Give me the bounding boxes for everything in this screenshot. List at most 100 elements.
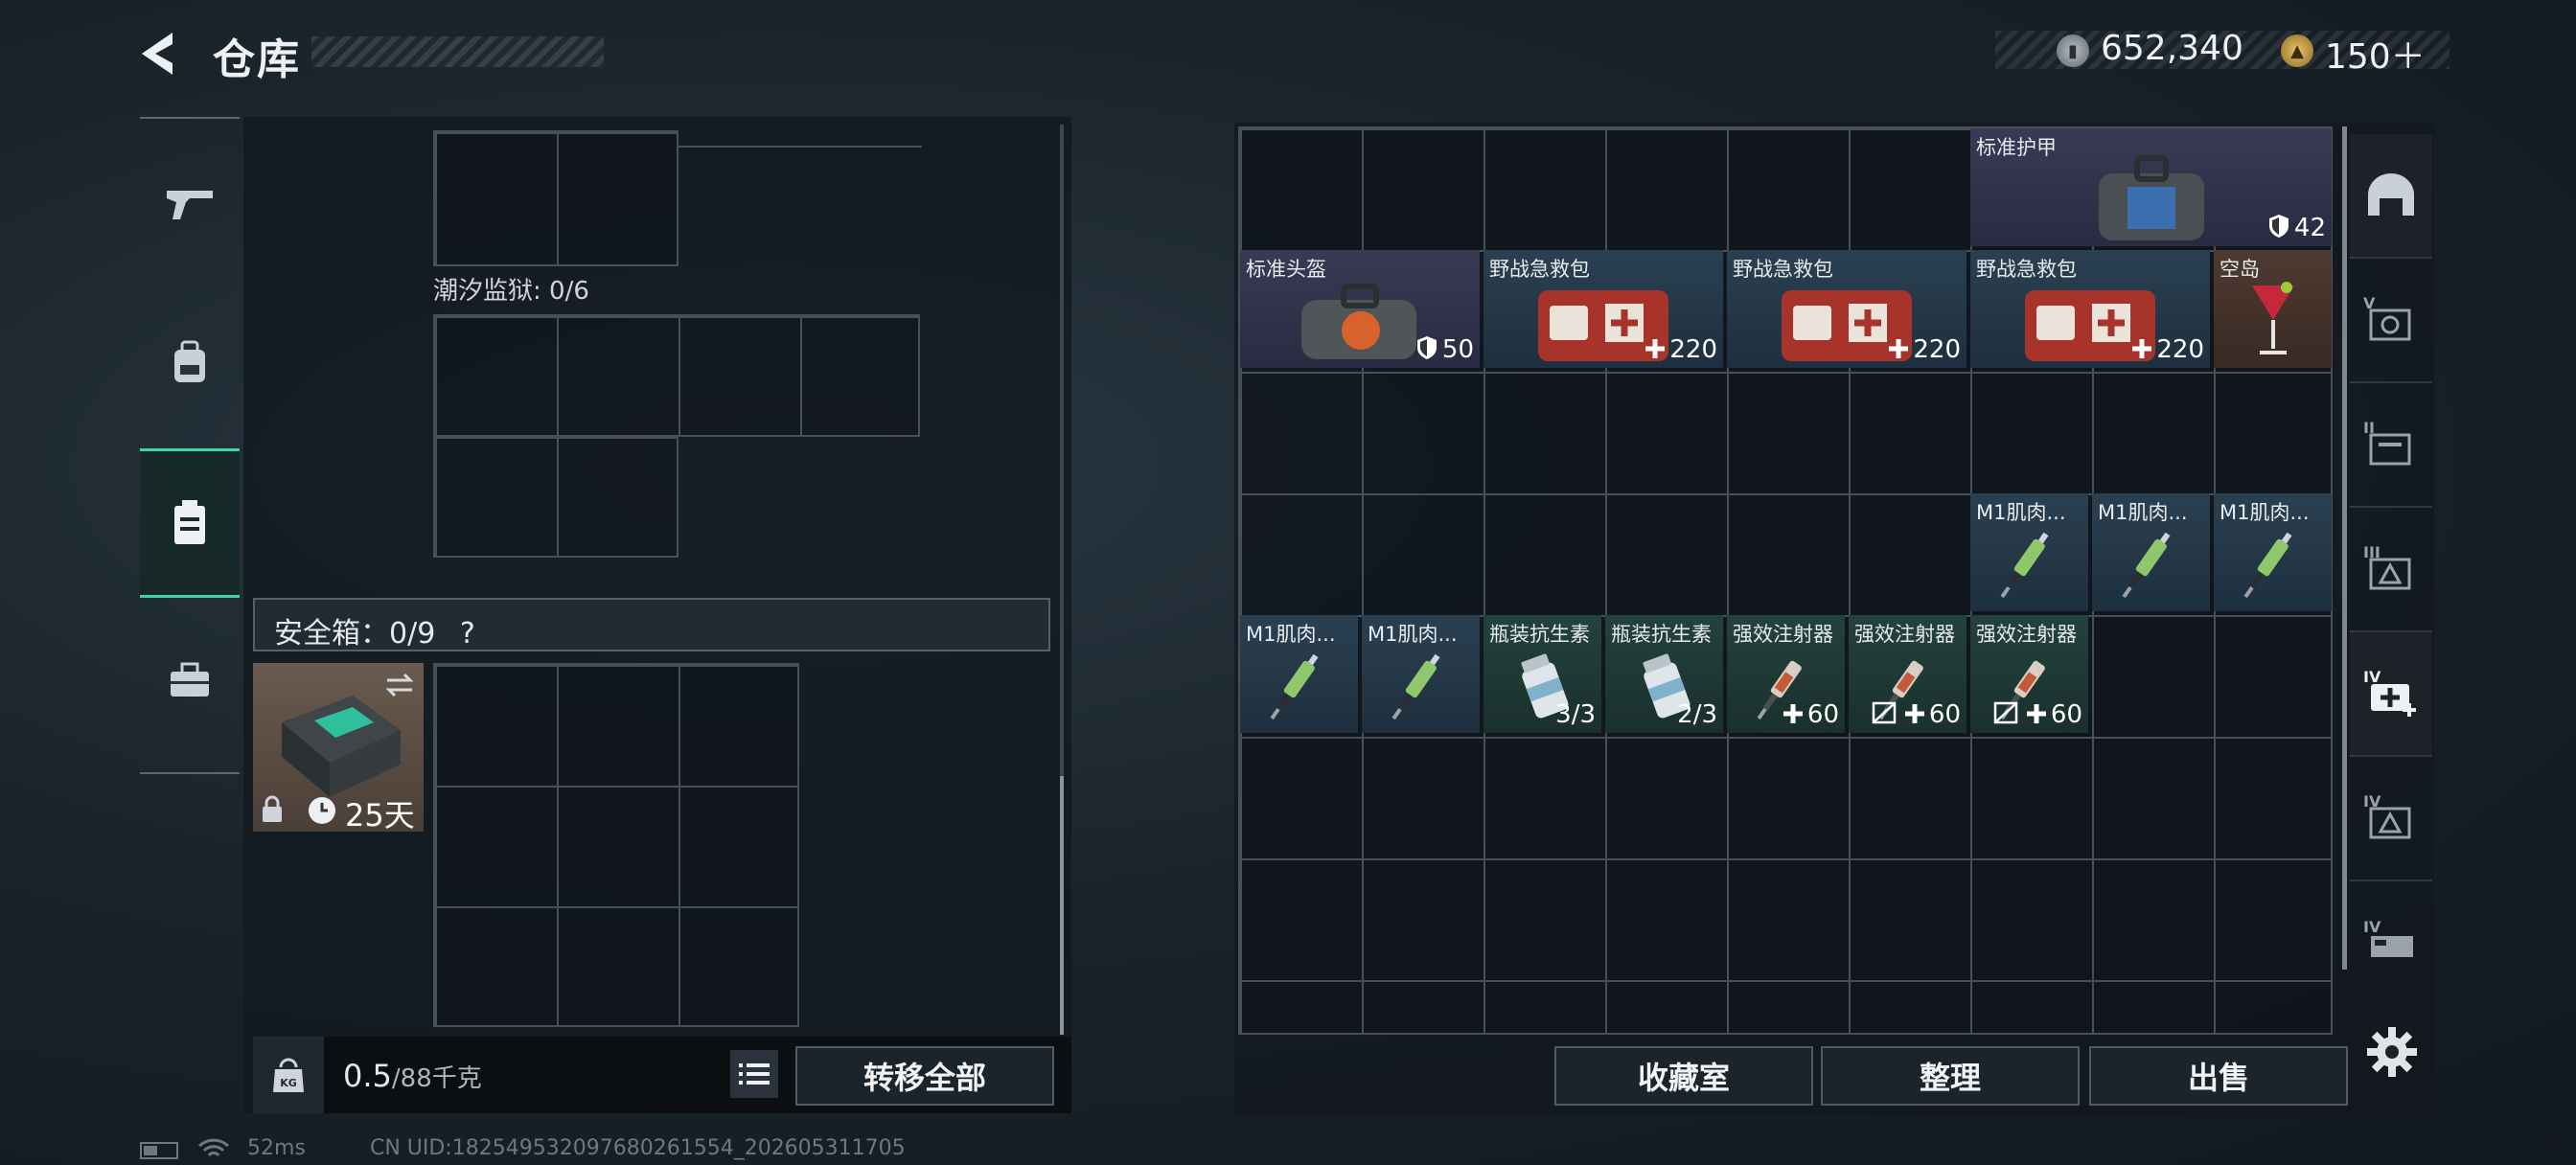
shield-icon (1416, 336, 1437, 359)
clock-icon (309, 797, 335, 824)
stash-item-name: 强效注射器 (1733, 623, 1833, 646)
plus-icon (1782, 704, 1803, 723)
stash-item-stat-value: 60 (1928, 700, 1961, 729)
stash-item-stat: 60 (1872, 700, 1961, 729)
stash-tab-main[interactable] (2350, 134, 2432, 259)
stash-item[interactable]: 野战急救包 220 (1484, 250, 1723, 368)
weight-capacity: /88千克 (391, 1064, 482, 1093)
stash-tab-v[interactable]: V (2350, 259, 2432, 383)
stash-item-stat-value: 42 (2293, 214, 2326, 242)
stash-item-name: 瓶装抗生素 (1611, 623, 1712, 646)
stash-tab-iv-c[interactable]: IV (2350, 881, 2432, 1006)
stash-item-name: M1肌肉... (1246, 623, 1336, 646)
stash-tab-iv-b-icon: IV (2363, 792, 2411, 839)
tide-prison-slot-grid-top[interactable] (433, 314, 920, 437)
list-view-button[interactable] (730, 1050, 778, 1098)
gold-amount[interactable]: 150＋ (2325, 29, 2426, 79)
plus-icon (1904, 704, 1924, 723)
stash-item-name: 空岛 (2220, 258, 2260, 281)
back-button[interactable] (134, 27, 188, 80)
syringe-green-icon (2214, 513, 2332, 611)
safebox-slot-grid[interactable] (433, 663, 799, 1027)
stash-item-stat: 220 (1888, 335, 1961, 364)
help-icon[interactable]: ? (460, 617, 475, 651)
tide-prison-slot-grid-bottom[interactable] (433, 435, 678, 558)
svg-text:IV: IV (2363, 918, 2381, 936)
backpack-icon (174, 340, 205, 382)
stash-tab-ii-icon: II (2363, 419, 2411, 466)
stash-item-name: 强效注射器 (1976, 623, 2077, 646)
transfer-all-button[interactable]: 转移全部 (795, 1046, 1054, 1106)
container-slot-grid[interactable] (433, 130, 678, 266)
stash-item-stat-value: 220 (2156, 335, 2204, 364)
stash-item[interactable]: 瓶装抗生素 2/3 (1605, 615, 1723, 733)
silver-coin-icon: ▮ (2057, 34, 2089, 67)
toolbox-icon (171, 662, 209, 697)
stash-tab-iv-medical-icon: IV (2363, 668, 2416, 717)
stash-tab-iii-icon: III (2363, 543, 2411, 590)
stash-item[interactable]: 野战急救包 220 (1727, 250, 1966, 368)
stash-item[interactable]: 标准头盔 50 (1240, 250, 1480, 368)
stash-item[interactable]: 强效注射器 60 (1970, 615, 2088, 733)
tide-prison-label: 潮汐监狱: 0/6 (433, 277, 589, 306)
stash-item[interactable]: M1肌肉... (2092, 493, 2210, 611)
stash-item-stat-value: 220 (1669, 335, 1717, 364)
stash-item-stat-value: 60 (2050, 700, 2082, 729)
stash-item-stat: 2/3 (1677, 700, 1717, 729)
stash-item-stat: 220 (1644, 335, 1717, 364)
swap-icon[interactable] (383, 673, 416, 697)
stash-tab-iv-b[interactable]: IV (2350, 757, 2432, 881)
stash-item[interactable]: 强效注射器 60 (1727, 615, 1845, 733)
stash-item-stat-value: 60 (1806, 700, 1839, 729)
stash-item-name: 野战急救包 (1489, 258, 1590, 281)
stash-tab-ii[interactable]: II (2350, 383, 2432, 508)
stash-item[interactable]: 野战急救包 220 (1970, 250, 2210, 368)
plus-icon (2026, 704, 2046, 723)
container-slot-edge (677, 130, 922, 148)
container-icon (174, 500, 205, 544)
nav-weapons[interactable] (140, 130, 240, 274)
stash-item[interactable]: 标准护甲 42 (1970, 128, 2332, 246)
back-arrow-icon (142, 33, 172, 75)
stash-item-stat: 50 (1415, 335, 1474, 364)
stash-item-name: M1肌肉... (2220, 501, 2310, 524)
sort-button[interactable]: 整理 (1821, 1046, 2080, 1106)
stash-item[interactable]: M1肌肉... (1970, 493, 2088, 611)
nav-containers[interactable] (140, 448, 240, 598)
stash-tab-iv-medical[interactable]: IV (2350, 632, 2432, 757)
uid-text: CN UID:182549532097680261554_20260531170… (370, 1136, 906, 1160)
stash-item-name: 瓶装抗生素 (1489, 623, 1590, 646)
nav-toolbox[interactable] (140, 609, 240, 753)
title-stripe-decoration (311, 36, 604, 67)
stash-item[interactable]: 强效注射器 60 (1849, 615, 1966, 733)
safebox-days-remaining: 25天 (345, 797, 415, 834)
stash-tab-iii[interactable]: III (2350, 508, 2432, 632)
plus-icon (1889, 339, 1909, 358)
stash-item-name: 野战急救包 (1976, 258, 2077, 281)
stash-item[interactable]: M1肌肉... (2214, 493, 2332, 611)
stash-item-stat: 3/3 (1555, 700, 1596, 729)
stash-item-name: 野战急救包 (1733, 258, 1833, 281)
helmet-tab-icon (2368, 173, 2414, 216)
gear-icon (2367, 1027, 2417, 1077)
stash-item-name: M1肌肉... (2098, 501, 2188, 524)
sell-button[interactable]: 出售 (2089, 1046, 2348, 1106)
stash-item[interactable]: 空岛 (2214, 250, 2332, 368)
shield-icon (2268, 215, 2288, 238)
stash-scrollbar[interactable] (2342, 126, 2347, 970)
weight-icon-box: KG (253, 1037, 324, 1113)
gun-icon (167, 191, 213, 219)
stash-item-stat-value: 50 (1441, 335, 1474, 364)
left-scrollbar-thumb[interactable] (1060, 776, 1064, 1035)
settings-button[interactable] (2365, 1025, 2419, 1079)
page-title: 仓库 (213, 35, 301, 84)
lock-icon (263, 795, 282, 822)
nav-backpack[interactable] (140, 291, 240, 435)
stash-item[interactable]: M1肌肉... (1362, 615, 1480, 733)
vault-button[interactable]: 收藏室 (1554, 1046, 1813, 1106)
stash-item-stat: 60 (1782, 700, 1839, 729)
stash-item[interactable]: M1肌肉... (1240, 615, 1358, 733)
syringe-green-icon (1240, 634, 1358, 733)
stash-item-name: 标准头盔 (1246, 258, 1326, 281)
stash-item[interactable]: 瓶装抗生素 3/3 (1484, 615, 1601, 733)
